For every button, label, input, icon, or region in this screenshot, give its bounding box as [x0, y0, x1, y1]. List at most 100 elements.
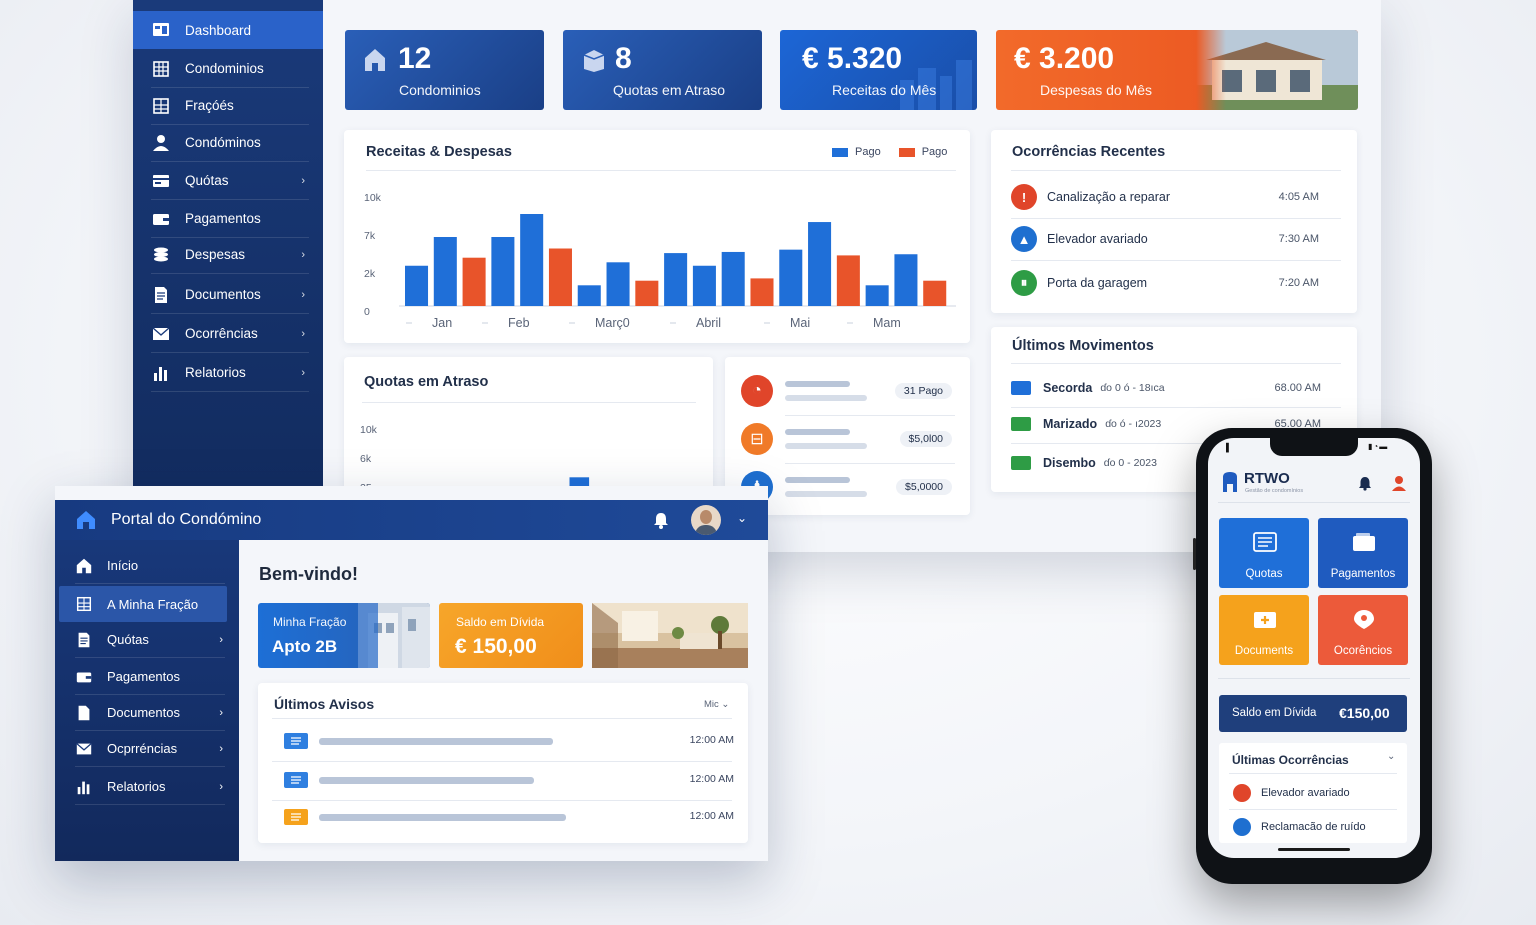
phone-ocorrencia-label: Elevador avariado [1261, 787, 1350, 799]
interior-photo [592, 603, 748, 668]
kpi-condominios[interactable]: 12 Condominios [345, 30, 544, 110]
divider [272, 761, 732, 762]
portal-sidebar-item[interactable]: Pagamentos [75, 659, 225, 695]
aviso-row[interactable]: 12:00 AM [272, 729, 734, 755]
movimento-row[interactable]: Secorda ɗo 0 ó - 18ıca 68.00 AM [1011, 370, 1331, 406]
pagamento-row[interactable]: ◔ 31 Pago [725, 373, 970, 409]
sidebar-item-fras[interactable]: Fraçóés [151, 87, 309, 125]
wrench-icon: ! [1011, 184, 1037, 210]
ocorrencia-row[interactable]: ▲ Elevador avariado 7:30 AM [1011, 218, 1329, 260]
legend-label: Pago [855, 146, 881, 158]
aviso-row[interactable]: 12:00 AM [272, 805, 734, 831]
rtwo-logo-icon [1223, 472, 1237, 492]
wallet-icon [1352, 532, 1376, 552]
portal-sidebar-item[interactable]: Documentos › [75, 695, 225, 731]
portal-sidebar-item[interactable]: Ocprréncias › [75, 731, 225, 767]
chart-bar [520, 214, 544, 306]
portal-sidebar-item[interactable]: A Minha Fração [59, 586, 227, 622]
sidebar-item-documentos[interactable]: Documentos › [151, 276, 309, 314]
aviso-row[interactable]: 12:00 AM [272, 768, 734, 794]
phone-ocorrencia-row[interactable]: Elevador avariado [1233, 781, 1398, 805]
bell-icon[interactable] [653, 512, 669, 529]
grid-icon [75, 595, 93, 613]
tile-pagamentos[interactable]: Pagamentos [1318, 518, 1408, 588]
skyline-graphic [900, 60, 972, 110]
house-photo [1196, 30, 1358, 110]
kpi-receitas[interactable]: € 5.320 Receitas do Mês [780, 30, 977, 110]
sidebar-item-condominios[interactable]: Condominios [151, 50, 309, 88]
divider [1229, 773, 1397, 774]
sidebar-item-relatorios[interactable]: Relatorios › [151, 354, 309, 392]
divider [362, 402, 696, 403]
sidebar-item-ocorrncias[interactable]: Ocorrências › [151, 315, 309, 353]
tile-quotas[interactable]: Quotas [1219, 518, 1309, 588]
tile-label: Quotas [1245, 568, 1283, 580]
minha-fracao-card[interactable]: Minha Fração Apto 2B [258, 603, 430, 668]
avatar[interactable] [691, 505, 721, 535]
ultimos-avisos-card: Últimos Avisos Mic ⌄ 12:00 AM 12:00 AM 12:… [258, 683, 748, 843]
pagamento-tag: $5,0000 [896, 479, 952, 495]
aviso-time: 12:00 AM [689, 773, 734, 785]
bars-icon [75, 778, 93, 796]
sidebar-item-qutas[interactable]: Quótas › [151, 162, 309, 200]
sidebar-item-condminos[interactable]: Condóminos [151, 124, 309, 162]
chart-bar [750, 278, 774, 306]
receipt-icon [1011, 456, 1031, 470]
x-tick-label: Mai [790, 316, 810, 330]
portal-sidebar-item[interactable]: Relatorios › [75, 769, 225, 805]
saldo-divida-card[interactable]: Saldo em Dívida € 150,00 [439, 603, 583, 668]
kpi-label: Receitas do Mês [832, 82, 937, 98]
app-brand: RTWO [1244, 470, 1290, 487]
y-tick-label: 0 [364, 306, 370, 318]
quotas-title: Quotas em Atraso [364, 374, 489, 390]
chevron-down-icon[interactable]: ⌄ [737, 511, 747, 525]
tile-label: Documents [1234, 645, 1294, 657]
list-icon [284, 809, 308, 825]
portal-topbar: Portal do Condómino ⌄ [55, 500, 768, 540]
aviso-time: 12:00 AM [689, 810, 734, 822]
portal-sidebar-label: Documentos [107, 705, 180, 720]
phone-ocorrencia-row[interactable]: Reclamacão de ruído [1233, 815, 1398, 839]
fracao-value: Apto 2B [272, 637, 338, 656]
portal-sidebar-label: Ocprréncias [107, 741, 178, 756]
tile-ocorêncios[interactable]: Ocorêncios [1318, 595, 1408, 665]
ocorrencia-row[interactable]: ! Canalização a reparar 4:05 AM [1011, 176, 1329, 218]
sidebar-item-despesas[interactable]: Despesas › [151, 236, 309, 274]
user-icon[interactable] [1392, 475, 1406, 491]
divider [272, 800, 732, 801]
ocorrencias-title: Ocorrências Recentes [1012, 144, 1166, 160]
portal-sidebar-item[interactable]: Quótas › [75, 622, 225, 658]
phone-ocorrencia-label: Reclamacão de ruído [1261, 821, 1366, 833]
portal-sidebar-item[interactable]: Início [75, 548, 225, 584]
chevron-right-icon: › [219, 633, 223, 646]
kpi-quotas-atraso[interactable]: 8 Quotas em Atraso [563, 30, 762, 110]
pagamento-tag: 31 Pago [894, 383, 952, 399]
sidebar-item-dashboard[interactable]: Dashboard [133, 11, 323, 49]
document-icon [151, 285, 171, 305]
kpi-label: Quotas em Atraso [613, 82, 726, 98]
ocorrencia-row[interactable]: ⏸ Porta da garagem 7:20 AM [1011, 262, 1329, 304]
chart-title: Receitas & Despesas [366, 144, 512, 160]
kpi-despesas[interactable]: € 3.200 Despesas do Mês [996, 30, 1358, 110]
divider [1011, 363, 1341, 364]
home-indicator [1278, 848, 1350, 851]
chevron-right-icon: › [219, 706, 223, 719]
chevron-down-icon[interactable]: ⌄ [1387, 751, 1395, 762]
bell-icon[interactable] [1358, 476, 1372, 491]
legend-swatch-blue [832, 147, 848, 157]
phone-saldo-card[interactable]: Saldo em Dívida €150,00 [1219, 695, 1407, 732]
avisos-filter-dropdown[interactable]: Mic ⌄ [704, 699, 729, 710]
sidebar-item-pagamentos[interactable]: Pagamentos [151, 200, 309, 238]
chart-bar [923, 280, 947, 306]
mail-icon [151, 324, 171, 344]
grid-icon [151, 96, 171, 116]
pagamento-row[interactable]: ⊟ $5,0l00 [725, 421, 970, 457]
tile-documents[interactable]: Documents [1219, 595, 1309, 665]
alert-icon [1233, 784, 1251, 802]
chevron-right-icon: › [219, 780, 223, 793]
chart-bar [577, 285, 601, 306]
avisos-title: Últimos Avisos [274, 696, 375, 712]
sidebar-item-label: Documentos [185, 287, 261, 302]
alert-icon [1233, 818, 1251, 836]
sidebar-item-label: Dashboard [185, 22, 252, 38]
